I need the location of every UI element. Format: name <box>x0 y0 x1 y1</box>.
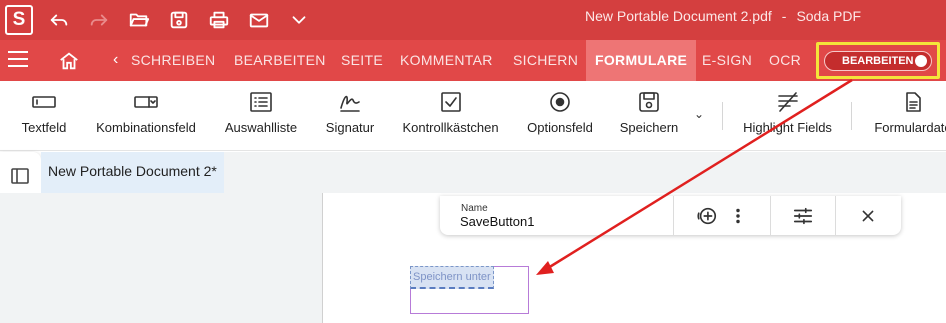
checkbox-button[interactable]: Kontrollkästchen <box>402 81 499 151</box>
form-data-button[interactable]: Formulardate <box>871 81 946 151</box>
checkbox-icon <box>439 91 463 113</box>
signature-label: Signatur <box>325 120 375 135</box>
tab-formulare[interactable]: FORMULARE <box>586 40 697 81</box>
radio-button-label: Optionsfeld <box>527 120 593 135</box>
tab-e-sign[interactable]: E-SIGN <box>702 40 752 81</box>
toggle-knob <box>915 55 927 67</box>
chevron-down-icon[interactable] <box>286 7 312 33</box>
app-name: Soda PDF <box>796 8 862 24</box>
tab-kommentar[interactable]: KOMMENTAR <box>400 40 493 81</box>
radio-button-button[interactable]: Optionsfeld <box>527 81 593 151</box>
form-data-label: Formulardate <box>874 120 946 135</box>
document-tab[interactable]: New Portable Document 2* <box>41 152 224 193</box>
field-name-label: Name <box>461 203 488 214</box>
checkbox-label: Kontrollkästchen <box>402 120 499 135</box>
close-icon[interactable] <box>856 204 880 228</box>
save-as-form-button[interactable]: Speichern unter <box>410 266 494 289</box>
save-button[interactable]: Speichern <box>620 81 678 151</box>
title-separator: - <box>781 8 787 24</box>
ribbon-separator <box>851 102 852 130</box>
save-icon[interactable] <box>166 7 192 33</box>
field-name-value[interactable]: SaveButton1 <box>460 214 534 229</box>
menu-bar: ‹ SCHREIBEN BEARBEITEN SEITE KOMMENTAR S… <box>0 40 946 81</box>
list-box-icon <box>249 91 273 113</box>
save-label: Speichern <box>619 120 679 135</box>
scroll-tabs-left-icon[interactable]: ‹ <box>113 51 118 69</box>
undo-icon[interactable] <box>46 7 72 33</box>
popup-divider <box>673 196 674 235</box>
more-options-icon[interactable] <box>726 204 750 228</box>
open-folder-icon[interactable] <box>126 7 152 33</box>
combo-box-icon <box>134 91 158 113</box>
text-field-label: Textfeld <box>21 120 67 135</box>
signature-icon <box>338 91 362 113</box>
tab-seite[interactable]: SEITE <box>341 40 383 81</box>
ribbon-separator <box>722 102 723 130</box>
tab-schreiben[interactable]: SCHREIBEN <box>131 40 215 81</box>
highlight-fields-button[interactable]: Highlight Fields <box>743 81 832 151</box>
soda-pdf-logo[interactable]: S <box>5 5 33 35</box>
forms-ribbon: Textfeld Kombinationsfeld Auswahlliste S… <box>0 81 946 151</box>
field-properties-popup: Name SaveButton1 <box>440 196 901 235</box>
tab-bearbeiten[interactable]: BEARBEITEN <box>234 40 326 81</box>
mail-icon[interactable] <box>246 7 272 33</box>
save-as-form-button-label: Speichern unter <box>413 271 491 283</box>
highlight-box: BEARBEITEN <box>816 42 940 79</box>
print-icon[interactable] <box>206 7 232 33</box>
radio-button-icon <box>548 91 572 113</box>
home-icon[interactable] <box>58 50 80 72</box>
save-icon <box>637 91 661 113</box>
panel-toggle-icon[interactable] <box>10 166 30 186</box>
add-action-icon[interactable] <box>695 204 719 228</box>
redo-icon[interactable] <box>86 7 112 33</box>
text-field-icon <box>32 91 56 113</box>
save-dropdown-icon[interactable]: ⌄ <box>694 107 704 121</box>
edit-mode-toggle[interactable]: BEARBEITEN <box>824 51 932 71</box>
edit-mode-toggle-label: BEARBEITEN <box>842 55 914 67</box>
popup-divider <box>770 196 771 235</box>
tab-sichern[interactable]: SICHERN <box>513 40 578 81</box>
popup-divider <box>835 196 836 235</box>
properties-sliders-icon[interactable] <box>791 204 815 228</box>
text-field-button[interactable]: Textfeld <box>21 81 67 151</box>
tab-ocr[interactable]: OCR <box>769 40 801 81</box>
highlight-fields-icon <box>776 91 800 113</box>
list-box-label: Auswahlliste <box>224 120 298 135</box>
document-tab-bar: New Portable Document 2* <box>41 152 946 193</box>
hamburger-menu-icon[interactable] <box>8 51 28 69</box>
side-panel <box>0 193 323 323</box>
window-title: New Portable Document 2.pdf - Soda PDF <box>585 8 861 24</box>
title-bar: S New Portable Document 2.pdf - Soda PDF <box>0 0 946 40</box>
combo-box-button[interactable]: Kombinationsfeld <box>96 81 196 151</box>
document-title: New Portable Document 2.pdf <box>585 8 772 24</box>
list-box-button[interactable]: Auswahlliste <box>224 81 298 151</box>
form-data-icon <box>901 91 925 113</box>
highlight-fields-label: Highlight Fields <box>743 120 832 135</box>
signature-button[interactable]: Signatur <box>326 81 374 151</box>
combo-box-label: Kombinationsfeld <box>96 120 196 135</box>
